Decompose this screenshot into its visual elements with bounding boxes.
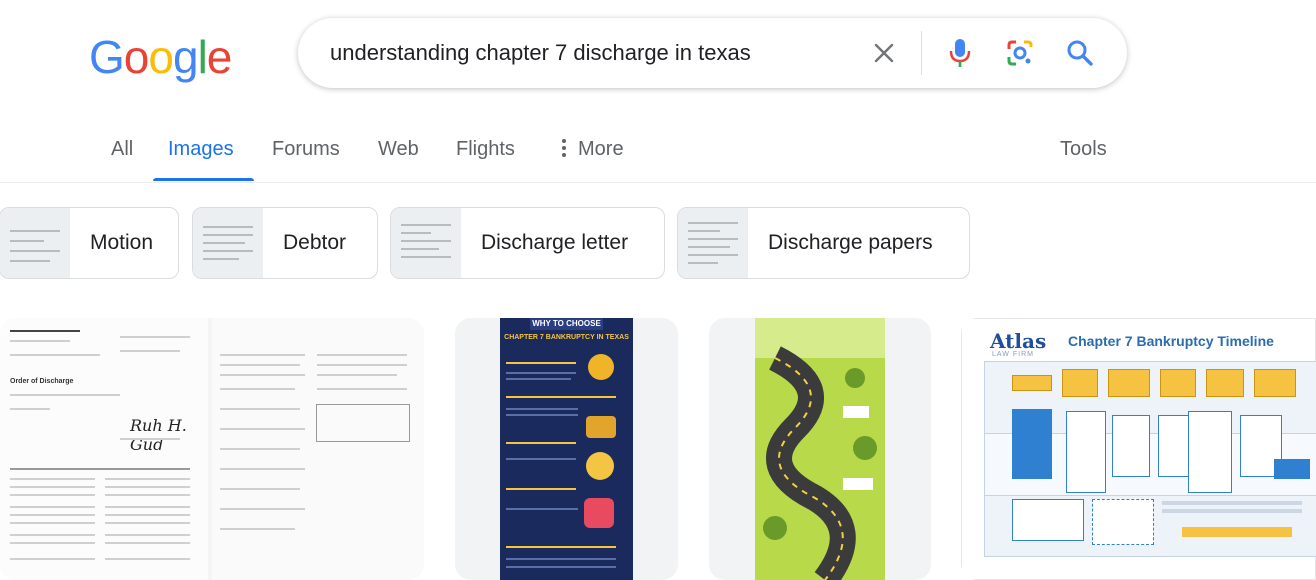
chip-thumbnail xyxy=(0,208,70,278)
lens-icon[interactable] xyxy=(1004,37,1036,69)
logo-letter: e xyxy=(206,31,233,83)
result-image-discharge-order[interactable]: Order of Discharge Ruh H. Gud xyxy=(0,318,424,580)
chip-label: Discharge letter xyxy=(481,231,629,254)
logo-letter: l xyxy=(197,31,208,83)
coin-icon xyxy=(588,354,614,380)
timeline-brand: Atlas xyxy=(990,329,1047,353)
chip-thumbnail xyxy=(678,208,748,278)
document-page xyxy=(212,318,424,580)
tab-more[interactable]: More xyxy=(560,138,624,161)
logo-letter: G xyxy=(89,31,125,83)
chip-discharge-papers[interactable]: Discharge papers xyxy=(677,207,970,279)
person-icon xyxy=(584,498,614,528)
result-image-infographic[interactable]: WHY TO CHOOSE CHAPTER 7 BANKRUPTCY IN TE… xyxy=(455,318,678,580)
chip-thumbnail xyxy=(193,208,263,278)
chip-discharge-letter[interactable]: Discharge letter xyxy=(390,207,665,279)
microphone-icon[interactable] xyxy=(944,37,976,69)
clear-icon[interactable] xyxy=(868,37,900,69)
result-image-timeline[interactable]: Atlas LAW FIRM Chapter 7 Bankruptcy Time… xyxy=(961,318,1316,580)
timeline-brand-sub: LAW FIRM xyxy=(992,351,1034,358)
logo-letter: o xyxy=(123,31,150,83)
infographic-header: WHY TO CHOOSE xyxy=(532,319,601,328)
more-vert-icon xyxy=(562,139,566,157)
result-image-road-illustration[interactable] xyxy=(709,318,931,580)
search-box xyxy=(298,18,1127,88)
infographic-title: CHAPTER 7 BANKRUPTCY IN TEXAS xyxy=(504,334,629,341)
search-input[interactable] xyxy=(330,36,850,70)
logo-letter: o xyxy=(148,31,174,83)
timeline-title: Chapter 7 Bankruptcy Timeline xyxy=(1068,333,1274,349)
signature: Ruh H. Gud xyxy=(130,416,187,454)
coins-icon xyxy=(586,416,616,438)
timeline-chart: Atlas LAW FIRM Chapter 7 Bankruptcy Time… xyxy=(961,318,1316,580)
chip-label: Debtor xyxy=(283,231,347,254)
tab-all[interactable]: All xyxy=(111,138,133,161)
chip-label: Discharge papers xyxy=(768,231,933,254)
google-logo[interactable]: Google xyxy=(89,30,233,84)
search-divider xyxy=(921,31,922,75)
winding-road-icon xyxy=(763,346,877,580)
tab-more-label: More xyxy=(578,138,624,160)
tools-button[interactable]: Tools xyxy=(1060,138,1107,161)
active-tab-indicator xyxy=(153,178,254,181)
road-illustration xyxy=(755,318,885,580)
tab-flights[interactable]: Flights xyxy=(456,138,515,161)
chip-thumbnail xyxy=(391,208,461,278)
chip-motion[interactable]: Motion xyxy=(0,207,179,279)
clock-icon xyxy=(586,452,614,480)
document-heading: Order of Discharge xyxy=(10,378,74,385)
tab-images[interactable]: Images xyxy=(168,138,234,161)
chip-debtor[interactable]: Debtor xyxy=(192,207,378,279)
chip-label: Motion xyxy=(90,231,154,254)
search-icon[interactable] xyxy=(1064,37,1096,69)
doc-note-box xyxy=(316,404,410,442)
search-tabs: All Images Forums Web Flights More Tools xyxy=(0,128,1316,182)
tab-web[interactable]: Web xyxy=(378,138,419,161)
infographic-poster: WHY TO CHOOSE CHAPTER 7 BANKRUPTCY IN TE… xyxy=(500,318,633,580)
logo-letter: g xyxy=(172,31,199,83)
tab-forums[interactable]: Forums xyxy=(272,138,340,161)
document-page: Order of Discharge Ruh H. Gud xyxy=(0,318,208,580)
tabs-divider xyxy=(0,182,1316,183)
